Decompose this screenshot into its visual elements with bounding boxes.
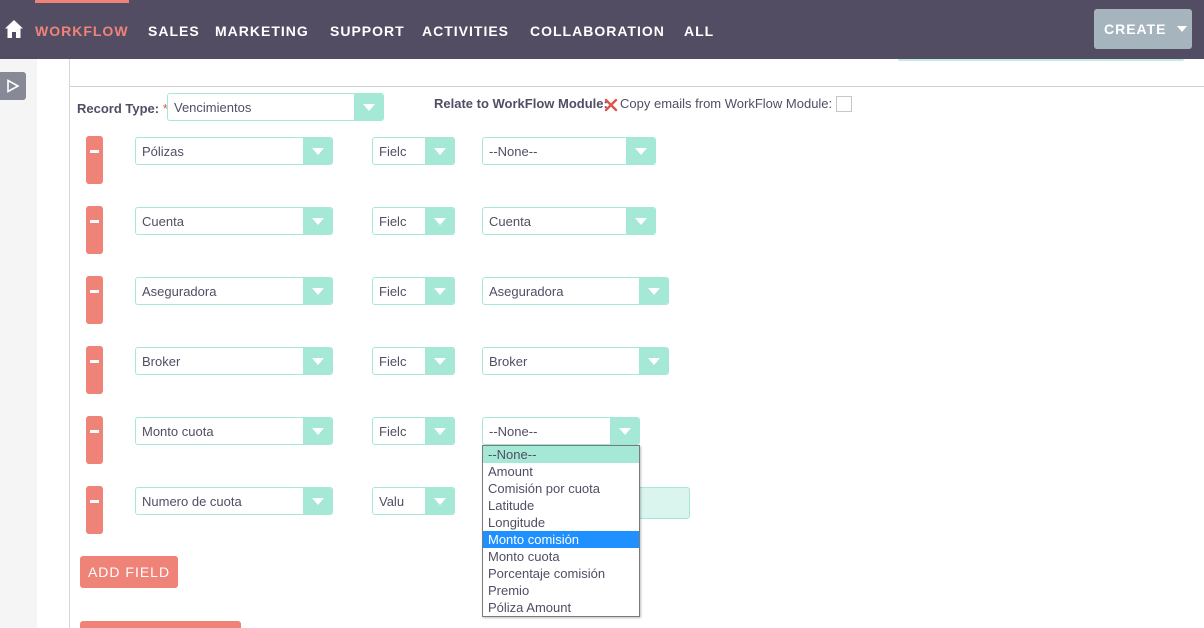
- value-select-value: Broker: [489, 354, 528, 369]
- copy-emails-checkbox[interactable]: [836, 96, 852, 112]
- chevron-down-icon: [610, 418, 639, 444]
- nav-tab-workflow[interactable]: WORKFLOW: [35, 23, 129, 39]
- chevron-down-icon: [303, 488, 332, 514]
- active-tab-indicator: [35, 0, 129, 3]
- content-left-border: [69, 59, 70, 628]
- field-select-value: Monto cuota: [142, 424, 214, 439]
- chevron-down-icon: [626, 208, 655, 234]
- chevron-down-icon: [639, 348, 668, 374]
- home-icon[interactable]: [4, 19, 24, 39]
- value-select[interactable]: Aseguradora: [482, 277, 669, 305]
- add-field-button[interactable]: ADD FIELD: [80, 556, 178, 588]
- nav-tab-marketing[interactable]: MARKETING: [215, 23, 309, 39]
- chevron-down-icon: [303, 418, 332, 444]
- field-type-value: Fielc: [379, 284, 407, 299]
- field-type-value: Valu: [379, 494, 405, 509]
- dropdown-option[interactable]: Porcentaje comisión: [483, 565, 639, 582]
- remove-field-button[interactable]: [86, 416, 103, 464]
- play-icon: [7, 79, 20, 93]
- chevron-down-icon: [303, 138, 332, 164]
- chevron-down-icon: [303, 348, 332, 374]
- save-button[interactable]: [80, 621, 241, 628]
- dropdown-option-highlighted[interactable]: Monto comisión: [483, 531, 639, 548]
- value-select[interactable]: --None--: [482, 137, 656, 165]
- value-select[interactable]: Cuenta: [482, 207, 656, 235]
- chevron-down-icon: [303, 208, 332, 234]
- value-select-value: --None--: [489, 144, 538, 159]
- record-type-label: Record Type: *: [77, 101, 168, 116]
- create-button[interactable]: CREATE: [1094, 9, 1192, 49]
- record-type-value: Vencimientos: [174, 100, 252, 115]
- panel-edge: [898, 59, 1184, 61]
- dropdown-option[interactable]: Longitude: [483, 514, 639, 531]
- chevron-down-icon: [425, 488, 454, 514]
- field-select-value: Pólizas: [142, 144, 184, 159]
- field-select-value: Numero de cuota: [142, 494, 242, 509]
- value-select-value: Cuenta: [489, 214, 531, 229]
- divider: [70, 86, 1204, 87]
- remove-field-button[interactable]: [86, 206, 103, 254]
- field-select[interactable]: Pólizas: [135, 137, 333, 165]
- chevron-down-icon: [425, 208, 454, 234]
- field-type-value: Fielc: [379, 144, 407, 159]
- field-type-select[interactable]: Fielc: [372, 277, 455, 305]
- chevron-down-icon: [303, 278, 332, 304]
- value-select-value: --None--: [489, 424, 538, 439]
- field-select[interactable]: Aseguradora: [135, 277, 333, 305]
- field-type-value: Fielc: [379, 354, 407, 369]
- chevron-down-icon: [425, 348, 454, 374]
- chevron-down-icon: [425, 138, 454, 164]
- field-type-value: Fielc: [379, 424, 407, 439]
- relate-label-text: Relate to WorkFlow Module:: [434, 96, 608, 111]
- chevron-down-icon: [639, 278, 668, 304]
- field-type-select[interactable]: Valu: [372, 487, 455, 515]
- value-select-open[interactable]: --None--: [482, 417, 640, 445]
- field-type-select[interactable]: Fielc: [372, 207, 455, 235]
- record-type-select[interactable]: Vencimientos: [167, 93, 384, 121]
- field-type-value: Fielc: [379, 214, 407, 229]
- remove-field-button[interactable]: [86, 276, 103, 324]
- nav-tab-sales[interactable]: SALES: [148, 23, 200, 39]
- field-select-value: Broker: [142, 354, 181, 369]
- field-select-value: Aseguradora: [142, 284, 217, 299]
- dropdown-option[interactable]: Latitude: [483, 497, 639, 514]
- sidebar-toggle-button[interactable]: [0, 72, 26, 100]
- field-type-select[interactable]: Fielc: [372, 417, 455, 445]
- create-button-label: CREATE: [1104, 21, 1167, 37]
- dropdown-option[interactable]: Póliza Amount: [483, 599, 639, 616]
- field-select[interactable]: Broker: [135, 347, 333, 375]
- field-select[interactable]: Monto cuota: [135, 417, 333, 445]
- record-type-label-text: Record Type:: [77, 101, 160, 116]
- copy-emails-label: Copy emails from WorkFlow Module:: [620, 96, 833, 111]
- dropdown-option[interactable]: --None--: [483, 446, 639, 463]
- remove-field-button[interactable]: [86, 346, 103, 394]
- dropdown-option[interactable]: Comisión por cuota: [483, 480, 639, 497]
- chevron-down-icon: [354, 94, 383, 120]
- field-type-select[interactable]: Fielc: [372, 137, 455, 165]
- remove-field-button[interactable]: [86, 486, 103, 534]
- caret-down-icon: [1176, 26, 1187, 32]
- dropdown-option[interactable]: Amount: [483, 463, 639, 480]
- top-navbar: WORKFLOW SALES MARKETING SUPPORT ACTIVIT…: [0, 0, 1204, 59]
- dropdown-option[interactable]: Premio: [483, 582, 639, 599]
- nav-tab-collaboration[interactable]: COLLABORATION: [530, 23, 665, 39]
- left-sidebar: [0, 59, 37, 628]
- value-dropdown-list: --None-- Amount Comisión por cuota Latit…: [482, 445, 640, 617]
- field-type-select[interactable]: Fielc: [372, 347, 455, 375]
- chevron-down-icon: [425, 278, 454, 304]
- chevron-down-icon: [425, 418, 454, 444]
- value-select-value: Aseguradora: [489, 284, 564, 299]
- relate-checkbox-checked-icon[interactable]: [603, 97, 619, 113]
- nav-tab-activities[interactable]: ACTIVITIES: [422, 23, 509, 39]
- relate-to-workflow-label: Relate to WorkFlow Module:: [434, 96, 608, 111]
- remove-field-button[interactable]: [86, 136, 103, 184]
- field-select[interactable]: Numero de cuota: [135, 487, 333, 515]
- field-select-value: Cuenta: [142, 214, 184, 229]
- nav-tab-support[interactable]: SUPPORT: [330, 23, 405, 39]
- nav-tab-all[interactable]: ALL: [684, 23, 714, 39]
- dropdown-option[interactable]: Monto cuota: [483, 548, 639, 565]
- chevron-down-icon: [626, 138, 655, 164]
- value-select[interactable]: Broker: [482, 347, 669, 375]
- field-select[interactable]: Cuenta: [135, 207, 333, 235]
